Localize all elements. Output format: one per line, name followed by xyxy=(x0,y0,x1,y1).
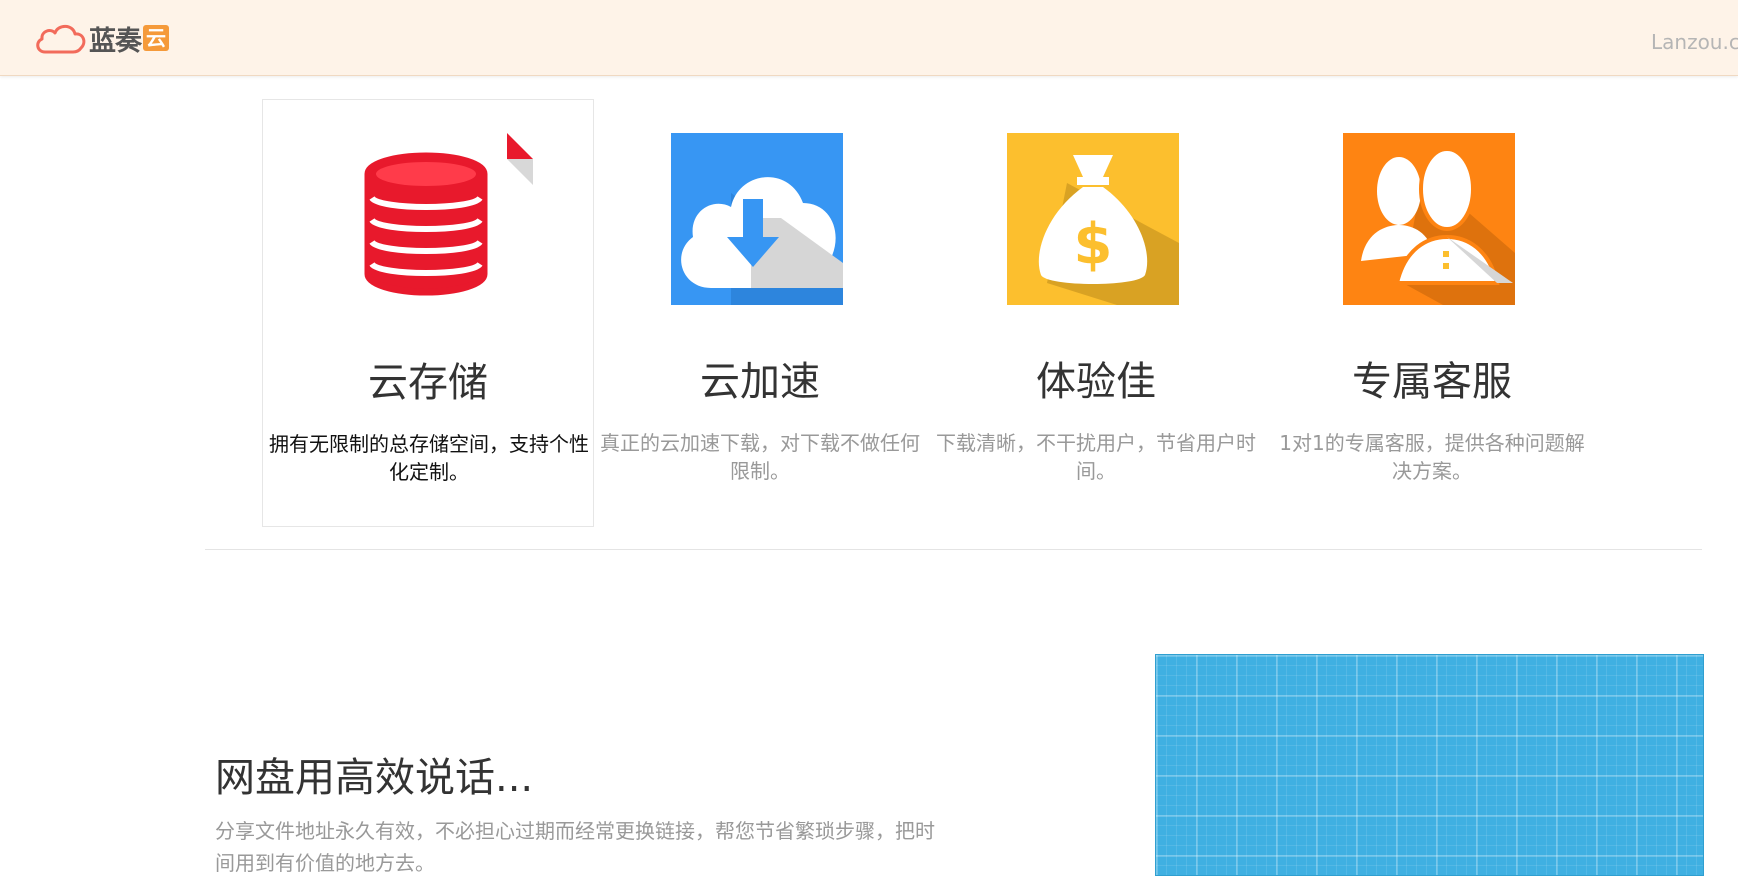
promo-desc: 分享文件地址永久有效，不必担心过期而经常更换链接，帮您节省繁琐步骤，把时间用到有… xyxy=(215,819,935,875)
promo-pattern-image xyxy=(1155,654,1704,876)
feature-title: 云加速 xyxy=(700,359,820,405)
promo-title: 网盘用高效说话... xyxy=(215,755,534,801)
top-header: 蓝奏 云 Lanzou.com xyxy=(0,0,1738,76)
corner-ribbon-icon xyxy=(507,133,533,185)
svg-text:$: $ xyxy=(1074,212,1113,277)
cloud-download-icon xyxy=(671,133,843,305)
feature-cloud-acceleration[interactable]: 云加速 真正的云加速下载，对下载不做任何限制。 xyxy=(594,99,926,527)
logo-text: 蓝奏 xyxy=(89,25,142,57)
logo-badge: 云 xyxy=(143,25,169,51)
feature-title: 体验佳 xyxy=(1036,359,1156,405)
feature-desc: 拥有无限制的总存储空间，支持个性化定制。 xyxy=(269,432,589,484)
brand-domain: Lanzou.com xyxy=(1651,30,1738,54)
database-stack-icon xyxy=(364,152,488,296)
money-bag-icon: $ xyxy=(1007,133,1179,305)
feature-desc: 下载清晰，不干扰用户，节省用户时间。 xyxy=(936,431,1256,483)
feature-desc: 真正的云加速下载，对下载不做任何限制。 xyxy=(600,431,920,483)
feature-customer-service[interactable]: 专属客服 1对1的专属客服，提供各种问题解决方案。 xyxy=(1266,99,1598,527)
section-divider xyxy=(205,549,1702,550)
feature-desc: 1对1的专属客服，提供各种问题解决方案。 xyxy=(1279,431,1585,483)
feature-title: 云存储 xyxy=(368,360,488,406)
feature-title: 专属客服 xyxy=(1352,359,1512,405)
feature-experience[interactable]: $ 体验佳 下载清晰，不干扰用户，节省用户时间。 xyxy=(930,99,1262,527)
feature-cloud-storage[interactable]: 云存储 拥有无限制的总存储空间，支持个性化定制。 xyxy=(262,99,594,527)
site-logo[interactable]: 蓝奏 云 xyxy=(33,20,169,57)
users-support-icon xyxy=(1343,133,1515,305)
cloud-logo-icon xyxy=(36,24,86,54)
